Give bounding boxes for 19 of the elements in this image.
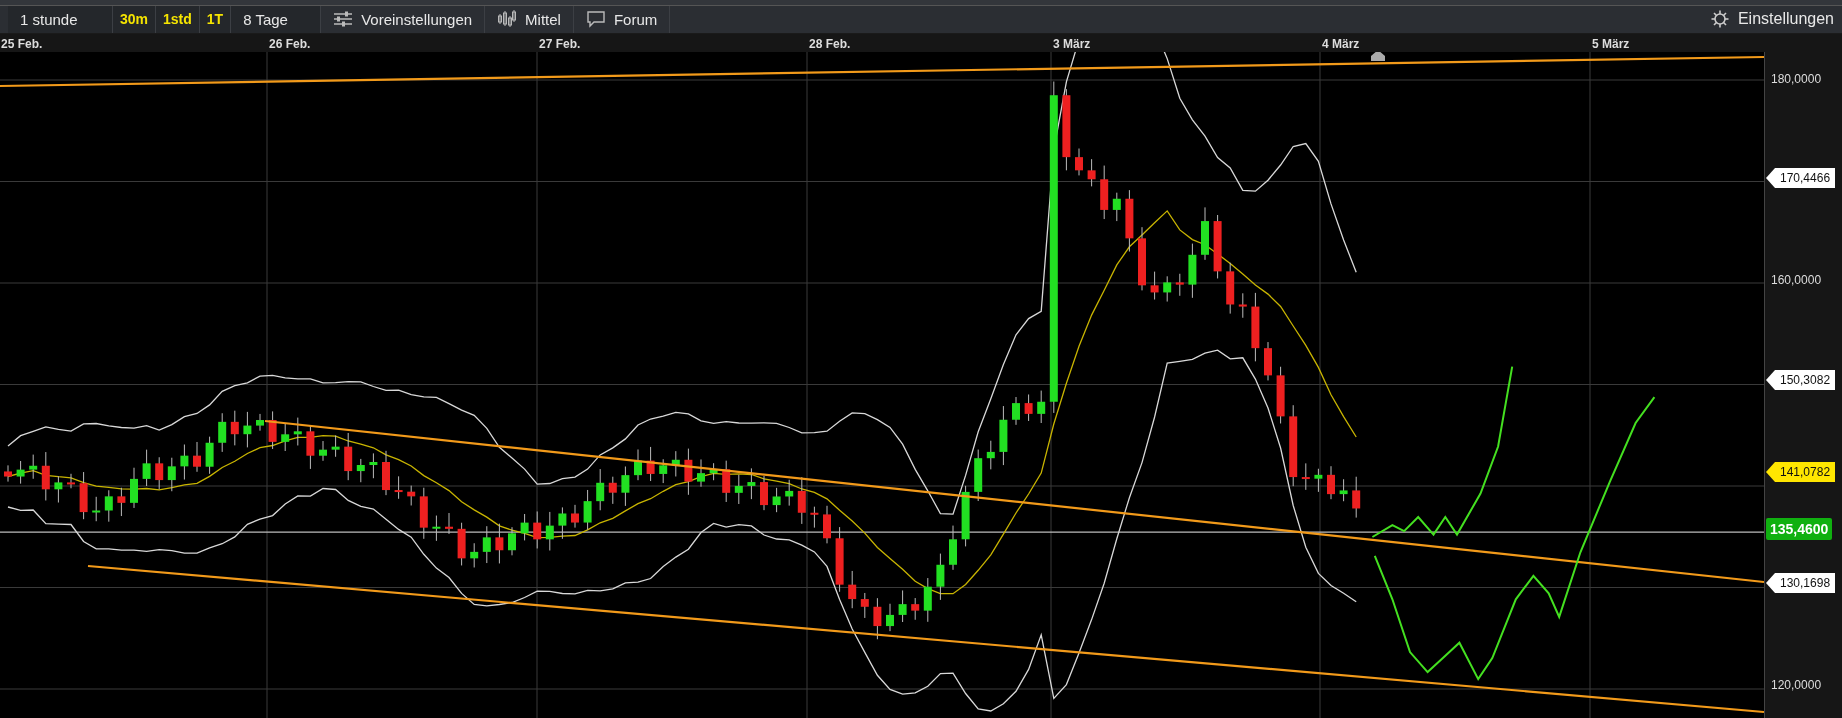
speech-bubble-icon xyxy=(585,10,606,29)
range-button[interactable]: 1std xyxy=(156,5,200,33)
date-label: 28 Feb. xyxy=(809,36,851,51)
date-label: 26 Feb. xyxy=(269,36,311,51)
date-label: 3 März xyxy=(1053,36,1091,51)
candlestick-icon xyxy=(497,10,518,29)
interval-dropdown[interactable]: 1 stunde xyxy=(8,5,113,33)
date-label: 5 März xyxy=(1592,36,1630,51)
price-tag: 135,4600 xyxy=(1766,519,1833,539)
date-label: 4 März xyxy=(1322,36,1360,51)
price-axis-label: 160,0000 xyxy=(1771,273,1822,287)
date-label: 27 Feb. xyxy=(539,36,581,51)
sliders-icon xyxy=(333,11,354,28)
price-axis-label: 180,0000 xyxy=(1771,72,1822,86)
date-label: 25 Feb. xyxy=(1,36,43,51)
settings-icon xyxy=(1709,9,1730,30)
range-button[interactable]: 30m xyxy=(113,5,157,33)
range-dropdown[interactable]: 8 Tage xyxy=(231,5,322,33)
price-axis-label: 120,0000 xyxy=(1771,678,1822,692)
